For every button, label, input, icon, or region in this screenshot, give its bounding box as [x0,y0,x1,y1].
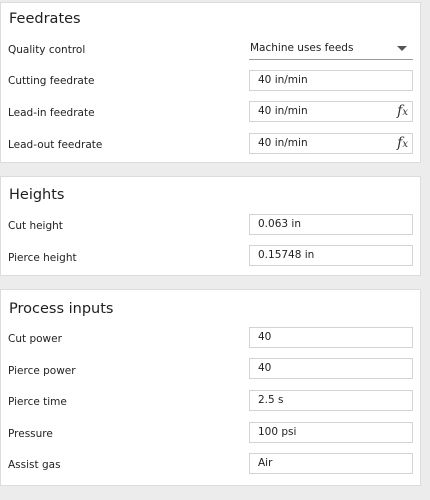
quality-control-label: Quality control [8,44,86,56]
lead-in-feedrate-input[interactable]: 40 in/min fx [249,101,413,122]
lead-out-feedrate-value: 40 in/min [258,137,308,149]
process-inputs-title: Process inputs [9,301,114,317]
cutting-feedrate-label: Cutting feedrate [8,75,95,87]
lead-in-feedrate-value: 40 in/min [258,105,308,117]
lead-out-feedrate-input[interactable]: 40 in/min fx [249,133,413,154]
feedrates-panel: Feedrates Quality control Machine uses f… [0,2,421,163]
quality-control-select[interactable]: Machine uses feeds [249,38,413,60]
pierce-power-label: Pierce power [8,365,76,377]
pierce-height-label: Pierce height [8,252,77,264]
cutting-feedrate-input[interactable]: 40 in/min [249,70,413,91]
pierce-power-input[interactable]: 40 [249,358,413,379]
pierce-time-label: Pierce time [8,396,67,408]
function-icon[interactable]: fx [397,134,408,154]
function-icon[interactable]: fx [397,102,408,122]
lead-out-feedrate-label: Lead-out feedrate [8,139,103,151]
pierce-time-input[interactable]: 2.5 s [249,390,413,411]
assist-gas-input[interactable]: Air [249,453,413,474]
pierce-height-input[interactable]: 0.15748 in [249,245,413,266]
process-inputs-panel: Process inputs Cut power 40 Pierce power… [0,289,421,486]
feedrates-title: Feedrates [9,11,81,27]
lead-in-feedrate-label: Lead-in feedrate [8,107,95,119]
pressure-label: Pressure [8,428,53,440]
cut-height-label: Cut height [8,220,63,232]
chevron-down-icon [397,46,407,51]
cut-height-input[interactable]: 0.063 in [249,214,413,235]
assist-gas-label: Assist gas [8,459,61,471]
cut-power-label: Cut power [8,333,62,345]
cut-power-input[interactable]: 40 [249,327,413,348]
pressure-input[interactable]: 100 psi [249,422,413,443]
heights-panel: Heights Cut height 0.063 in Pierce heigh… [0,176,421,276]
quality-control-value: Machine uses feeds [250,42,354,54]
heights-title: Heights [9,187,65,203]
